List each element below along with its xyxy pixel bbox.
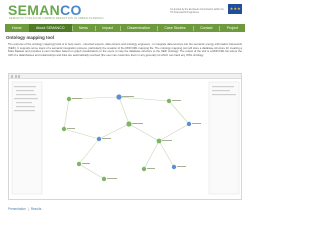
- logo-text-part2: CO: [60, 2, 82, 18]
- eu-flag-icon: ★ ★ ★: [228, 4, 242, 14]
- ontology-graph[interactable]: [9, 79, 242, 200]
- graph-node[interactable]: [66, 96, 72, 102]
- graph-node[interactable]: [171, 164, 177, 170]
- graph-edges: [63, 96, 190, 180]
- nav-item-project[interactable]: Project: [220, 24, 245, 32]
- toolbar-dot-icon: [18, 75, 21, 78]
- site-header: SEMANCO SEMANTIC TOOLS FOR CARBON REDUCT…: [0, 0, 250, 23]
- graph-nodes: [61, 94, 192, 182]
- graph-node[interactable]: [61, 126, 67, 132]
- nav-item-case-studies[interactable]: Case Studies: [157, 24, 192, 32]
- nav-item-contact[interactable]: Contact: [193, 24, 219, 32]
- toolbar-dot-icon: [14, 75, 17, 78]
- graph-node[interactable]: [96, 136, 102, 142]
- graph-node[interactable]: [76, 161, 82, 167]
- tagline: SEMANTIC TOOLS FOR CARBON REDUCTION IN U…: [9, 17, 104, 20]
- nav-item-news[interactable]: News: [72, 24, 95, 32]
- ontology-mapping-screenshot: [8, 73, 242, 200]
- main-navigation: Home About SEMANCO News Impact Dissemina…: [5, 24, 245, 32]
- eu-funding-text: Co-funded by the European Commission wit…: [170, 8, 224, 14]
- graph-node[interactable]: [141, 166, 147, 172]
- graph-node[interactable]: [126, 121, 132, 127]
- graph-node[interactable]: [186, 121, 192, 127]
- nav-item-about-semanco[interactable]: About SEMANCO: [28, 24, 72, 32]
- results-link[interactable]: Results: [31, 207, 42, 211]
- logo-text-part1: SEMAN: [8, 2, 61, 18]
- nav-item-impact[interactable]: Impact: [95, 24, 120, 32]
- page-title: Ontology mapping tool: [6, 35, 55, 40]
- toolbar-dot-icon: [11, 75, 14, 78]
- intro-paragraph: The purpose of the ontology mapping] too…: [8, 43, 242, 57]
- right-properties-panel: [208, 81, 240, 195]
- nav-item-dissemination[interactable]: Dissemination: [120, 24, 157, 32]
- graph-node[interactable]: [101, 176, 107, 182]
- semanco-logo[interactable]: SEMANCO: [8, 3, 82, 17]
- page-footer-links: Presentation | Results: [8, 207, 41, 211]
- nav-item-home[interactable]: Home: [5, 24, 29, 32]
- graph-node[interactable]: [166, 98, 172, 104]
- graph-node[interactable]: [156, 138, 162, 144]
- graph-node[interactable]: [116, 94, 122, 100]
- eu-stars: ★ ★ ★: [229, 6, 241, 11]
- presentation-link[interactable]: Presentation: [8, 207, 26, 211]
- graph-node-labels: [67, 96, 201, 179]
